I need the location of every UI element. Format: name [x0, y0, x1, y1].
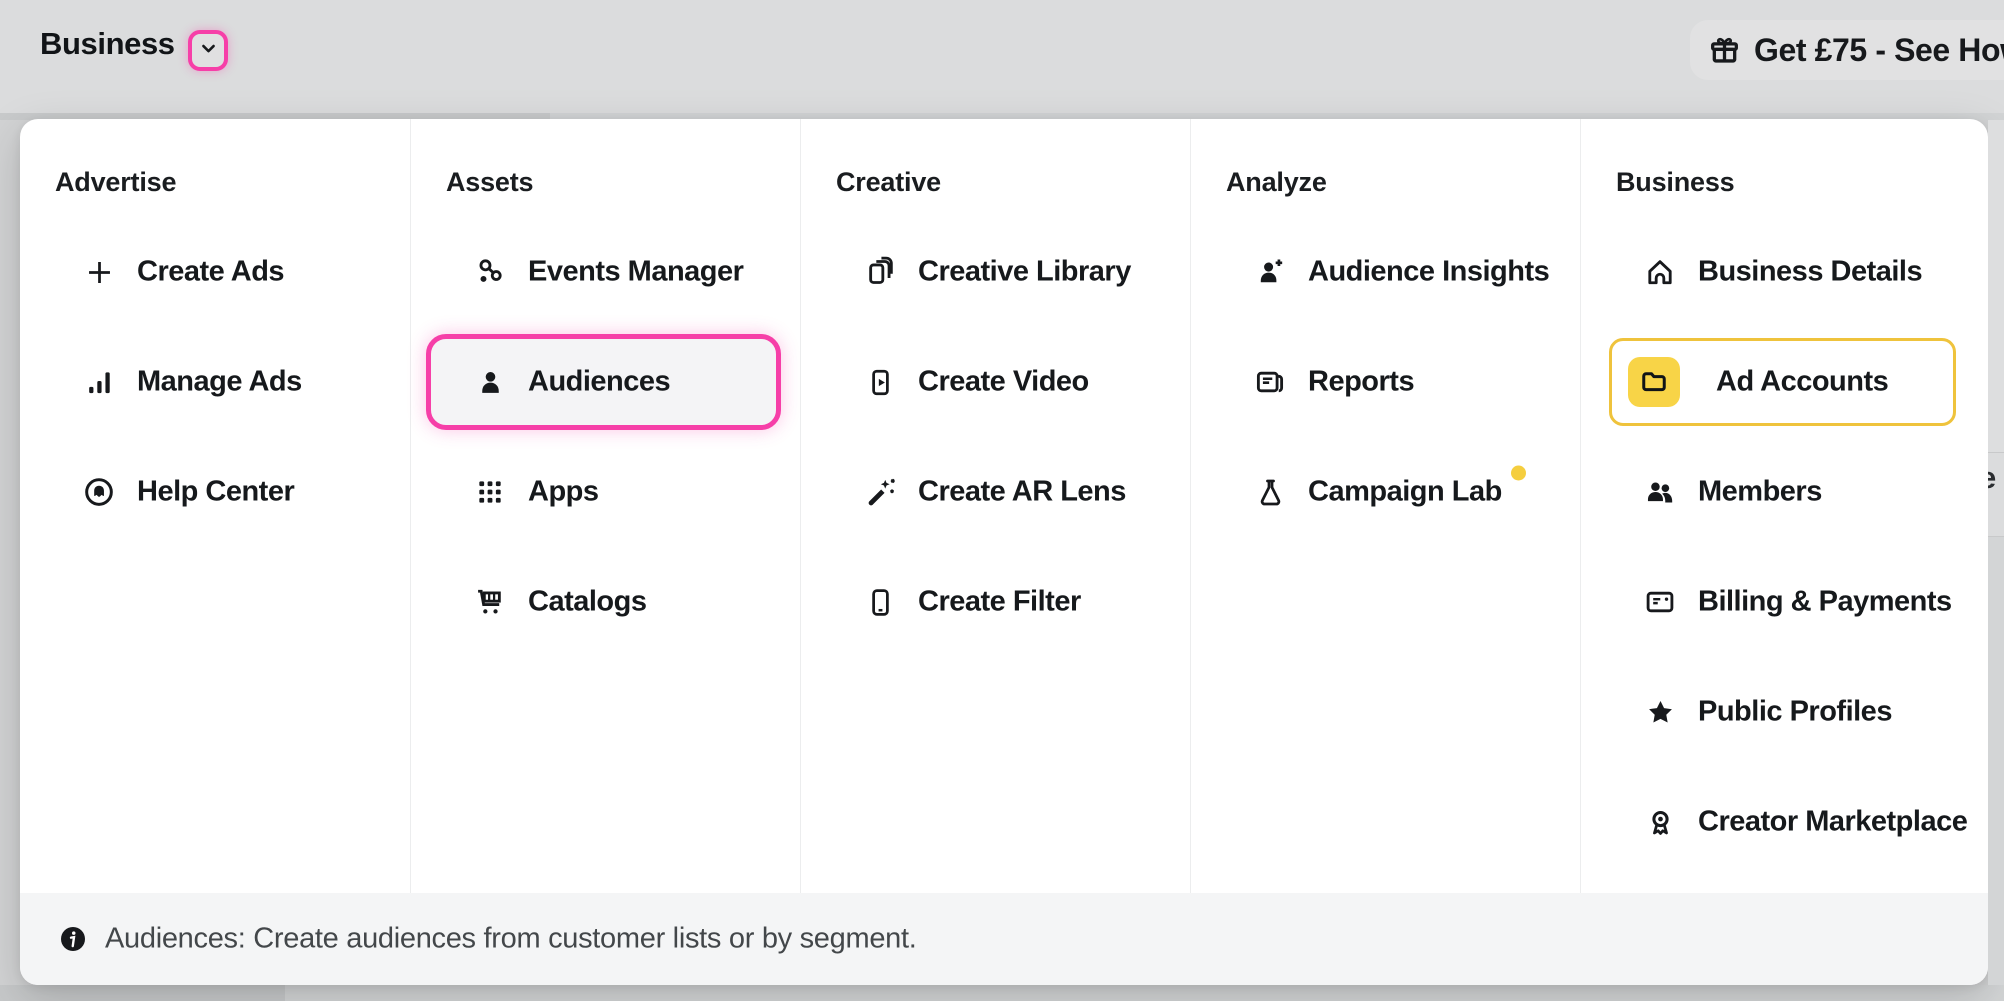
- menu-item-creative-library[interactable]: Creative Library: [801, 232, 1190, 312]
- info-icon: [58, 924, 88, 954]
- billing-card-icon: [1643, 585, 1677, 619]
- column-title: Advertise: [55, 167, 176, 198]
- menu-item-campaign-lab[interactable]: Campaign Lab: [1191, 452, 1580, 532]
- plus-icon: [82, 255, 116, 289]
- background-partial-text: e: [1988, 460, 1996, 496]
- menu-item-label: Create Ads: [137, 256, 284, 289]
- menu-tooltip-bar: Audiences: Create audiences from custome…: [20, 893, 1988, 985]
- video-phone-icon: [863, 365, 897, 399]
- menu-item-label: Manage Ads: [137, 366, 302, 399]
- menu-item-events-manager[interactable]: Events Manager: [411, 232, 800, 312]
- business-menu-chevron-button[interactable]: [188, 30, 228, 71]
- flask-icon: [1253, 475, 1287, 509]
- members-icon: [1643, 475, 1677, 509]
- promo-label: Get £75 - See How: [1754, 32, 2004, 69]
- dimmed-page-sliver: e: [1988, 120, 2004, 985]
- promo-button[interactable]: Get £75 - See How: [1690, 20, 2004, 80]
- menu-item-members[interactable]: Members: [1581, 452, 1988, 532]
- menu-column-assets: Assets Events Manager Audiences Apps Catalog…: [410, 119, 800, 893]
- menu-item-creator-marketplace[interactable]: Creator Marketplace: [1581, 782, 1988, 862]
- menu-item-create-filter[interactable]: Create Filter: [801, 562, 1190, 642]
- menu-item-label: Apps: [528, 476, 599, 509]
- menu-item-label: Billing & Payments: [1698, 586, 1952, 619]
- person-plus-icon: [1253, 255, 1287, 289]
- screen: e Business Get £75 - See How Advertise Cr…: [0, 0, 2004, 1001]
- menu-item-label: Catalogs: [528, 586, 646, 619]
- chevron-down-icon: [198, 38, 219, 64]
- menu-item-audiences[interactable]: Audiences: [411, 342, 800, 422]
- phone-icon: [863, 585, 897, 619]
- menu-item-billing-and-payments[interactable]: Billing & Payments: [1581, 562, 1988, 642]
- notification-dot: [1511, 466, 1526, 481]
- column-title: Creative: [836, 167, 941, 198]
- menu-column-analyze: Analyze Audience Insights Reports Campaign …: [1190, 119, 1580, 893]
- menu-item-catalogs[interactable]: Catalogs: [411, 562, 800, 642]
- folder-icon: [1628, 357, 1680, 407]
- menu-item-help-center[interactable]: Help Center: [20, 452, 410, 532]
- page-background-strip: [0, 985, 285, 1001]
- menu-item-manage-ads[interactable]: Manage Ads: [20, 342, 410, 422]
- menu-item-public-profiles[interactable]: Public Profiles: [1581, 672, 1988, 752]
- stacked-cards-icon: [863, 255, 897, 289]
- home-icon: [1643, 255, 1677, 289]
- menu-item-ad-accounts[interactable]: Ad Accounts: [1581, 342, 1988, 422]
- gift-icon: [1708, 34, 1741, 67]
- report-icon: [1253, 365, 1287, 399]
- person-icon: [473, 365, 507, 399]
- menu-item-label: Members: [1698, 476, 1822, 509]
- events-manager-icon: [473, 255, 507, 289]
- menu-item-label: Audience Insights: [1308, 256, 1549, 289]
- menu-item-label: Creative Library: [918, 256, 1131, 289]
- column-title: Assets: [446, 167, 533, 198]
- menu-item-create-ar-lens[interactable]: Create AR Lens: [801, 452, 1190, 532]
- apps-grid-icon: [473, 475, 507, 509]
- bar-chart-icon: [82, 365, 116, 399]
- menu-item-label: Help Center: [137, 476, 294, 509]
- column-title: Business: [1616, 167, 1734, 198]
- menu-item-label: Public Profiles: [1698, 696, 1892, 729]
- menu-item-create-video[interactable]: Create Video: [801, 342, 1190, 422]
- menu-item-label: Campaign Lab: [1308, 476, 1502, 509]
- menu-column-business: Business Business Details Ad Accounts Membe…: [1580, 119, 1988, 893]
- menu-item-create-ads[interactable]: Create Ads: [20, 232, 410, 312]
- rosette-badge-icon: [1643, 805, 1677, 839]
- menu-item-description: Audiences: Create audiences from custome…: [105, 923, 917, 956]
- star-icon: [1643, 695, 1677, 729]
- menu-item-label: Create AR Lens: [918, 476, 1126, 509]
- menu-item-label: Creator Marketplace: [1698, 806, 1967, 839]
- menu-item-label: Business Details: [1698, 256, 1922, 289]
- business-menu-label: Business: [40, 26, 175, 62]
- column-title: Analyze: [1226, 167, 1327, 198]
- menu-item-audience-insights[interactable]: Audience Insights: [1191, 232, 1580, 312]
- menu-column-creative: Creative Creative Library Create Video Crea…: [800, 119, 1190, 893]
- menu-item-label: Ad Accounts: [1716, 366, 1888, 399]
- page-background-strip: [285, 985, 2004, 1001]
- menu-item-label: Create Video: [918, 366, 1089, 399]
- menu-column-advertise: Advertise Create Ads Manage Ads Help Center: [20, 119, 410, 893]
- cart-icon: [473, 585, 507, 619]
- menu-item-label: Audiences: [528, 366, 670, 399]
- menu-item-label: Events Manager: [528, 256, 743, 289]
- menu-item-business-details[interactable]: Business Details: [1581, 232, 1988, 312]
- menu-item-label: Create Filter: [918, 586, 1081, 619]
- help-center-icon: [82, 475, 116, 509]
- magic-wand-icon: [863, 475, 897, 509]
- menu-item-apps[interactable]: Apps: [411, 452, 800, 532]
- menu-item-reports[interactable]: Reports: [1191, 342, 1580, 422]
- mega-menu-panel: Advertise Create Ads Manage Ads Help Center…: [20, 119, 1988, 985]
- menu-item-label: Reports: [1308, 366, 1414, 399]
